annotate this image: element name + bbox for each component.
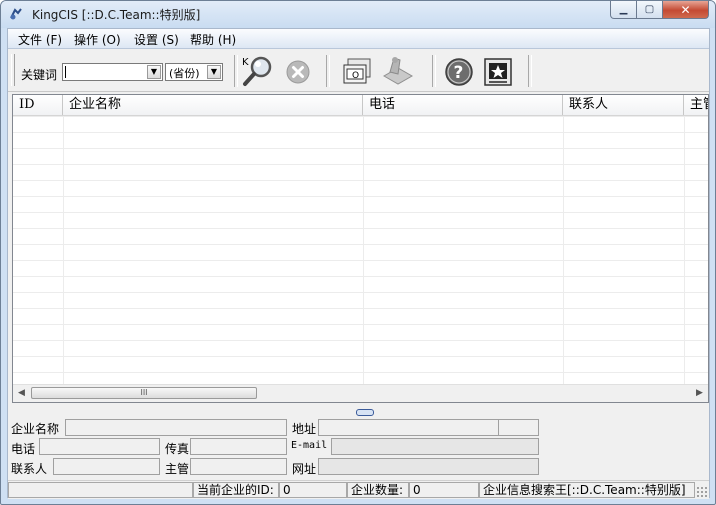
menu-bar: 文件 (F) 操作 (O) 设置 (S) 帮助 (H) — [8, 29, 709, 49]
company-list[interactable]: ID 企业名称 电话 联系人 主管 ◀ III ▶ — [12, 94, 709, 403]
toolbar: 关键词 ▼ (省份) ▼ K O ? — [8, 49, 709, 92]
column-phone[interactable]: 电话 — [363, 95, 563, 115]
fax-label: 传真 — [165, 442, 190, 456]
column-manager[interactable]: 主管 — [684, 95, 708, 115]
toolbar-separator — [432, 55, 436, 87]
svg-text:K: K — [242, 57, 249, 68]
chevron-down-icon[interactable]: ▼ — [147, 65, 161, 79]
scanner-icon[interactable] — [380, 54, 414, 86]
title-bar[interactable]: KingCIS [::D.C.Team::特别版] ▁ ▢ ✕ — [1, 1, 715, 28]
toolbar-separator — [234, 55, 238, 87]
toolbar-grip[interactable] — [11, 54, 15, 86]
maximize-icon: ▢ — [644, 4, 655, 15]
chevron-down-icon[interactable]: ▼ — [207, 65, 221, 79]
province-combo[interactable]: (省份) ▼ — [165, 63, 223, 81]
count-label: 企业数量: — [347, 482, 409, 498]
manager-field[interactable] — [190, 458, 287, 475]
menu-operate[interactable]: 操作 (O) — [74, 31, 121, 48]
window-title: KingCIS [::D.C.Team::特别版] — [32, 8, 201, 22]
menu-settings[interactable]: 设置 (S) — [134, 31, 179, 48]
province-value: (省份) — [169, 67, 200, 80]
favorite-icon[interactable] — [483, 57, 513, 87]
scroll-thumb-grip: III — [140, 388, 148, 397]
scroll-left-icon[interactable]: ◀ — [18, 388, 25, 398]
address-extra-field[interactable] — [498, 419, 539, 436]
phone-label: 电话 — [11, 442, 36, 456]
current-id-value: 0 — [279, 482, 347, 498]
app-icon — [10, 8, 22, 20]
column-contact[interactable]: 联系人 — [563, 95, 684, 115]
phone-field[interactable] — [39, 438, 160, 455]
panel-splitter[interactable] — [356, 409, 374, 416]
menu-help[interactable]: 帮助 (H) — [190, 31, 236, 48]
maximize-button[interactable]: ▢ — [637, 1, 663, 19]
list-header: ID 企业名称 电话 联系人 主管 — [13, 95, 708, 116]
company-name-field[interactable] — [65, 419, 287, 436]
address-label: 地址 — [292, 422, 317, 436]
fax-field[interactable] — [190, 438, 287, 455]
column-id[interactable]: ID — [13, 95, 63, 115]
email-label: E-mail — [291, 440, 328, 451]
current-id-label: 当前企业的ID: — [193, 482, 279, 498]
website-label: 网址 — [292, 462, 317, 476]
card-icon[interactable]: O — [342, 57, 372, 85]
close-icon: ✕ — [680, 2, 691, 17]
client-area: 文件 (F) 操作 (O) 设置 (S) 帮助 (H) 关键词 ▼ (省份) ▼… — [7, 28, 710, 499]
column-divider — [363, 116, 364, 386]
svg-text:O: O — [352, 71, 359, 81]
column-divider — [563, 116, 564, 386]
website-field[interactable] — [318, 458, 539, 475]
toolbar-separator — [528, 55, 532, 87]
svg-text:?: ? — [454, 63, 464, 83]
text-cursor — [65, 66, 66, 78]
scroll-thumb[interactable]: III — [31, 387, 257, 399]
column-divider — [684, 116, 685, 386]
app-name: 企业信息搜索王[::D.C.Team::特别版] — [479, 482, 695, 498]
column-company-name[interactable]: 企业名称 — [63, 95, 363, 115]
status-panel-blank — [8, 482, 193, 498]
keyword-combo[interactable]: ▼ — [62, 63, 163, 81]
main-window: KingCIS [::D.C.Team::特别版] ▁ ▢ ✕ 文件 (F) 操… — [0, 0, 716, 505]
count-value: 0 — [409, 482, 479, 498]
toolbar-separator — [326, 55, 330, 87]
address-field[interactable] — [318, 419, 499, 436]
clear-icon[interactable] — [285, 59, 311, 85]
contact-field[interactable] — [53, 458, 160, 475]
horizontal-scrollbar[interactable]: ◀ III ▶ — [13, 384, 708, 402]
keyword-label: 关键词 — [21, 68, 58, 82]
menu-file[interactable]: 文件 (F) — [18, 31, 62, 48]
list-rows — [13, 116, 708, 386]
column-divider — [63, 116, 64, 386]
scroll-right-icon[interactable]: ▶ — [696, 388, 703, 398]
close-button[interactable]: ✕ — [663, 1, 709, 19]
minimize-icon: ▁ — [619, 4, 628, 15]
manager-label: 主管 — [165, 462, 190, 476]
company-name-label: 企业名称 — [11, 422, 60, 436]
email-field[interactable] — [331, 438, 539, 455]
status-bar: 当前企业的ID: 0 企业数量: 0 企业信息搜索王[::D.C.Team::特… — [8, 480, 709, 499]
help-icon[interactable]: ? — [444, 57, 474, 87]
resize-grip[interactable] — [696, 486, 708, 498]
minimize-button[interactable]: ▁ — [610, 1, 637, 19]
search-icon[interactable]: K — [241, 55, 275, 87]
contact-label: 联系人 — [11, 462, 48, 476]
